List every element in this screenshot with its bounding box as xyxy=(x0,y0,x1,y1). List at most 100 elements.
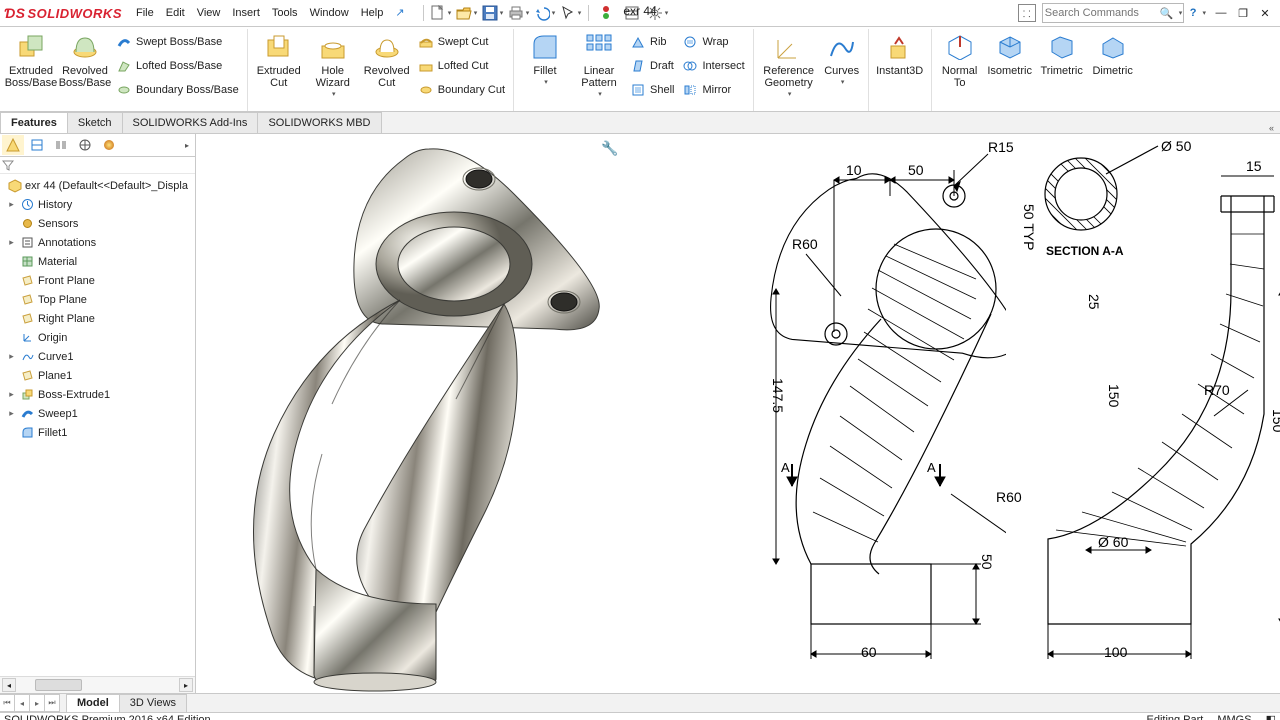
reference-geometry-button[interactable]: Reference Geometry▾ xyxy=(758,29,820,103)
revolved-cut-button[interactable]: Revolved Cut xyxy=(360,29,414,91)
extruded-boss-button[interactable]: Extruded Boss/Base xyxy=(4,29,58,91)
fm-dim-tab-icon[interactable] xyxy=(74,135,96,155)
save-icon[interactable]: ▾ xyxy=(481,2,505,24)
minimize-button[interactable]: — xyxy=(1211,4,1231,22)
tab-addins[interactable]: SOLIDWORKS Add-Ins xyxy=(122,112,259,133)
fm-property-tab-icon[interactable] xyxy=(26,135,48,155)
menu-file[interactable]: File xyxy=(130,0,160,26)
extruded-cut-button[interactable]: Extruded Cut xyxy=(252,29,306,91)
search-dropdown-icon[interactable]: ▾ xyxy=(1179,9,1183,17)
shell-button[interactable]: Shell xyxy=(626,79,678,101)
curves-button[interactable]: Curves▾ xyxy=(820,29,864,91)
model-tab-nav[interactable]: ⏮ ◂ ▸ ⏭ xyxy=(0,694,60,712)
sw-resources-icon[interactable]: ⸬ xyxy=(1018,4,1036,22)
fm-appearance-tab-icon[interactable] xyxy=(98,135,120,155)
search-commands[interactable]: 🔍 ▾ xyxy=(1042,3,1184,23)
intersect-button[interactable]: Intersect xyxy=(678,55,748,77)
hole-wizard-button[interactable]: Hole Wizard▾ xyxy=(306,29,360,103)
restore-button[interactable]: ❐ xyxy=(1233,4,1253,22)
tree-item-plane1[interactable]: Plane1 xyxy=(2,366,195,385)
dimetric-button[interactable]: Dimetric xyxy=(1088,29,1138,79)
tab-features[interactable]: Features xyxy=(0,112,68,133)
boundary-cut-button[interactable]: Boundary Cut xyxy=(414,79,509,101)
swept-cut-button[interactable]: Swept Cut xyxy=(414,31,509,53)
drawing-side-view xyxy=(986,134,1280,693)
tree-item-sweep1[interactable]: ▸Sweep1 xyxy=(2,404,195,423)
menu-edit[interactable]: Edit xyxy=(160,0,191,26)
tree-item-history[interactable]: ▸History xyxy=(2,195,195,214)
normal-to-button[interactable]: Normal To xyxy=(936,29,984,91)
help-icon[interactable]: ? xyxy=(1190,7,1197,19)
new-icon[interactable]: ▾ xyxy=(429,2,453,24)
nav-next-icon[interactable]: ▸ xyxy=(29,694,45,712)
scroll-left-icon[interactable]: ◂ xyxy=(2,678,16,692)
revolved-boss-button[interactable]: Revolved Boss/Base xyxy=(58,29,112,91)
isometric-button[interactable]: Isometric xyxy=(984,29,1036,79)
nav-first-icon[interactable]: ⏮ xyxy=(0,694,15,712)
fillet-button[interactable]: Fillet▾ xyxy=(518,29,572,91)
search-input[interactable] xyxy=(1043,7,1157,19)
menu-tools[interactable]: Tools xyxy=(266,0,304,26)
tree-item-material-not-specified-[interactable]: Material xyxy=(2,252,195,271)
tab-sketch[interactable]: Sketch xyxy=(67,112,123,133)
tab-3d-views[interactable]: 3D Views xyxy=(119,694,187,712)
menu-pin-icon[interactable]: ↗ xyxy=(389,0,410,26)
menu-view[interactable]: View xyxy=(191,0,227,26)
instant3d-button[interactable]: Instant3D xyxy=(873,29,927,79)
menu-insert[interactable]: Insert xyxy=(226,0,266,26)
lofted-cut-button[interactable]: Lofted Cut xyxy=(414,55,509,77)
rib-button[interactable]: Rib xyxy=(626,31,678,53)
menu-window[interactable]: Window xyxy=(304,0,355,26)
tree-scrollbar[interactable]: ◂ ▸ xyxy=(0,676,195,693)
tree-item-sensors[interactable]: Sensors xyxy=(2,214,195,233)
close-button[interactable]: ✕ xyxy=(1255,4,1275,22)
tree-item-curve1[interactable]: ▸Curve1 xyxy=(2,347,195,366)
menu-help[interactable]: Help xyxy=(355,0,390,26)
expand-icon[interactable]: ▸ xyxy=(6,351,17,362)
tree-item-front-plane[interactable]: Front Plane xyxy=(2,271,195,290)
select-icon[interactable]: ▾ xyxy=(559,2,583,24)
undo-icon[interactable]: ▾ xyxy=(533,2,557,24)
tab-model[interactable]: Model xyxy=(66,694,120,712)
expand-icon[interactable]: ▸ xyxy=(6,237,17,248)
expand-icon[interactable]: ▸ xyxy=(6,389,17,400)
fm-config-tab-icon[interactable] xyxy=(50,135,72,155)
swept-boss-button[interactable]: Swept Boss/Base xyxy=(112,31,243,53)
expand-icon[interactable]: ▸ xyxy=(6,408,17,419)
ribbon-group-reference: Reference Geometry▾ Curves▾ xyxy=(754,29,869,111)
tree-item-label: Origin xyxy=(38,332,67,344)
tab-mbd[interactable]: SOLIDWORKS MBD xyxy=(257,112,381,133)
expand-icon[interactable]: ▸ xyxy=(6,199,17,210)
tree-item-right-plane[interactable]: Right Plane xyxy=(2,309,195,328)
trimetric-button[interactable]: Trimetric xyxy=(1036,29,1088,79)
search-icon[interactable]: 🔍 xyxy=(1157,7,1177,20)
fm-filter-row[interactable] xyxy=(0,157,195,174)
tree-item-origin[interactable]: Origin xyxy=(2,328,195,347)
mirror-button[interactable]: Mirror xyxy=(678,79,748,101)
linear-pattern-button[interactable]: Linear Pattern▾ xyxy=(572,29,626,103)
nav-last-icon[interactable]: ⏭ xyxy=(44,694,60,712)
boundary-boss-button[interactable]: Boundary Boss/Base xyxy=(112,79,243,101)
draft-button[interactable]: Draft xyxy=(626,55,678,77)
scroll-thumb[interactable] xyxy=(35,679,82,691)
wrap-button[interactable]: Wrap xyxy=(678,31,748,53)
scroll-right-icon[interactable]: ▸ xyxy=(179,678,193,692)
history-icon xyxy=(20,197,35,212)
graphics-viewport[interactable]: 🔧 xyxy=(196,134,1280,693)
rebuild-icon[interactable] xyxy=(594,2,618,24)
lofted-boss-button[interactable]: Lofted Boss/Base xyxy=(112,55,243,77)
collapse-ribbon-icon[interactable]: « xyxy=(1269,123,1274,133)
status-custom-icon[interactable]: ◧ xyxy=(1266,713,1276,720)
open-icon[interactable]: ▾ xyxy=(455,2,479,24)
tree-item-boss-extrude1[interactable]: ▸Boss-Extrude1 xyxy=(2,385,195,404)
tree-item-top-plane[interactable]: Top Plane xyxy=(2,290,195,309)
tree-root[interactable]: exr 44 (Default<<Default>_Displa xyxy=(2,176,195,195)
fm-tree-tab-icon[interactable] xyxy=(2,135,24,155)
dim-10: 10 xyxy=(846,162,862,178)
nav-prev-icon[interactable]: ◂ xyxy=(14,694,30,712)
tree-item-fillet1[interactable]: Fillet1 xyxy=(2,423,195,442)
tree-item-annotations[interactable]: ▸Annotations xyxy=(2,233,195,252)
status-units[interactable]: MMGS xyxy=(1217,713,1251,720)
print-icon[interactable]: ▾ xyxy=(507,2,531,24)
fm-expand-arrows-icon[interactable]: ▸ xyxy=(185,141,193,150)
